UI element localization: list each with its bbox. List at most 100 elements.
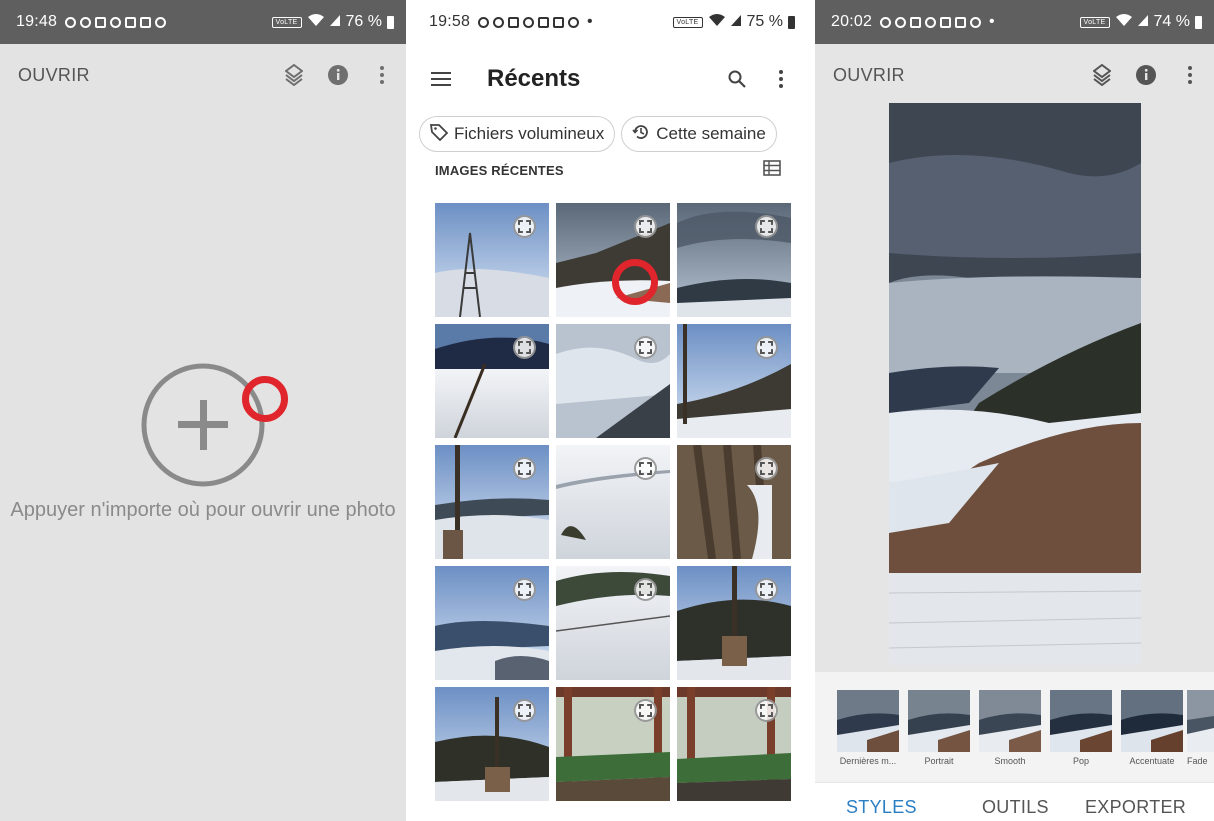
search-icon[interactable]	[725, 67, 749, 91]
bottom-tab-bar: STYLES OUTILS EXPORTER	[815, 783, 1214, 821]
thumbnail-pylon-sky[interactable]	[435, 203, 549, 317]
tap-indicator-ring	[612, 259, 658, 305]
expand-icon[interactable]	[755, 215, 778, 238]
thumbnail-snowy-fence[interactable]	[556, 566, 670, 680]
gmail-icon	[95, 16, 107, 28]
filter-item[interactable]: Fade	[1187, 690, 1214, 766]
thumbnail-post-hills[interactable]	[435, 687, 549, 801]
notification-icons	[65, 16, 167, 28]
filter-thumbnail	[979, 690, 1041, 752]
expand-icon[interactable]	[634, 457, 657, 480]
thumbnail-blue-hills[interactable]	[435, 566, 549, 680]
status-time: 20:02	[831, 13, 873, 30]
instagram-icon	[970, 16, 982, 28]
tag-icon	[429, 123, 449, 146]
filter-item[interactable]: Dernières m...	[837, 690, 899, 766]
chat-icon	[140, 16, 152, 28]
filter-label: Smooth	[994, 756, 1026, 766]
expand-icon[interactable]	[755, 336, 778, 359]
thumbnail-pole-hillside[interactable]	[677, 324, 791, 438]
more-vert-icon[interactable]	[370, 63, 394, 87]
chip-label: Fichiers volumineux	[454, 124, 605, 143]
expand-icon[interactable]	[634, 578, 657, 601]
list-view-icon[interactable]	[763, 160, 781, 181]
filter-item[interactable]: Pop	[1050, 690, 1112, 766]
thumbnail-pole-mountains[interactable]	[435, 445, 549, 559]
filter-thumbnail	[1121, 690, 1183, 752]
tab-tools[interactable]: OUTILS	[982, 797, 1049, 818]
tab-export[interactable]: EXPORTER	[1085, 797, 1186, 818]
expand-icon[interactable]	[513, 699, 536, 722]
add-photo-icon[interactable]	[138, 360, 288, 490]
filter-chips: Fichiers volumineux Cette semaine	[419, 116, 777, 152]
more-vert-icon[interactable]	[769, 67, 793, 91]
facebook-icon	[523, 16, 535, 28]
youtube-icon	[538, 16, 550, 28]
more-vert-icon[interactable]	[1178, 63, 1202, 87]
more-notifications-dot: •	[989, 13, 995, 30]
snapseed-empty-screen[interactable]: 19:48 VoLTE 76 % OUVRIR Appuyer n'import…	[0, 0, 406, 821]
volte-icon: VoLTE	[1079, 16, 1110, 28]
filter-thumbnail	[837, 690, 899, 752]
filter-item[interactable]: Smooth	[979, 690, 1041, 766]
filter-label: Pop	[1072, 756, 1089, 766]
battery-indicator: 75 %	[747, 13, 795, 31]
expand-icon[interactable]	[634, 699, 657, 722]
open-button[interactable]: OUVRIR	[18, 65, 90, 86]
battery-percent: 74 %	[1153, 13, 1190, 30]
status-time: 19:58	[429, 13, 471, 30]
notification-icons: •	[880, 13, 995, 31]
info-icon[interactable]	[326, 63, 350, 87]
youtube-icon	[125, 16, 137, 28]
layers-icon[interactable]	[1090, 63, 1114, 87]
thumbnail-blue-ridge-snow[interactable]	[435, 324, 549, 438]
open-button[interactable]: OUVRIR	[833, 65, 905, 86]
battery-icon	[788, 15, 795, 29]
thumbnail-tree-bark[interactable]	[677, 445, 791, 559]
thumbnail-cloudy-valley[interactable]	[677, 203, 791, 317]
battery-icon	[387, 15, 394, 29]
expand-icon[interactable]	[513, 578, 536, 601]
hamburger-menu-icon[interactable]	[431, 67, 455, 91]
empty-state[interactable]: Appuyer n'importe où pour ouvrir une pho…	[0, 360, 406, 523]
thumbnail-veranda-lawn[interactable]	[677, 687, 791, 801]
section-label: IMAGES RÉCENTES	[435, 163, 564, 178]
whatsapp-icon	[880, 16, 892, 28]
chip-large-files[interactable]: Fichiers volumineux	[419, 116, 616, 152]
expand-icon[interactable]	[755, 578, 778, 601]
expand-icon[interactable]	[634, 336, 657, 359]
layers-icon[interactable]	[282, 63, 306, 87]
app-bar: OUVRIR	[0, 52, 406, 98]
tab-styles[interactable]: STYLES	[846, 797, 917, 818]
filter-thumbnail	[1050, 690, 1112, 752]
expand-icon[interactable]	[513, 457, 536, 480]
expand-icon[interactable]	[634, 215, 657, 238]
thumbnail-veranda-trees[interactable]	[556, 687, 670, 801]
battery-indicator: 74 %	[1154, 13, 1202, 31]
expand-icon[interactable]	[755, 699, 778, 722]
battery-percent: 75 %	[746, 13, 783, 30]
thumbnail-grey-sky[interactable]	[556, 324, 670, 438]
tap-indicator-ring	[242, 376, 288, 422]
info-icon[interactable]	[1134, 63, 1158, 87]
gmail-icon	[910, 16, 922, 28]
thumbnail-snowy-hill-selected[interactable]	[556, 203, 670, 317]
instagram-icon	[155, 16, 167, 28]
status-bar: 20:02 • VoLTE 74 %	[815, 0, 1214, 44]
filter-label: Portrait	[924, 756, 954, 766]
battery-percent: 76 %	[345, 13, 382, 30]
status-bar: 19:48 VoLTE 76 %	[0, 0, 406, 44]
expand-icon[interactable]	[513, 215, 536, 238]
file-picker-screen: 19:58 • VoLTE 75 % Récents Fichiers volu…	[413, 0, 807, 821]
whatsapp-icon	[478, 16, 490, 28]
expand-icon[interactable]	[755, 457, 778, 480]
filter-item[interactable]: Portrait	[908, 690, 970, 766]
filter-item[interactable]: Accentuate	[1121, 690, 1183, 766]
editor-photo-canvas[interactable]	[889, 103, 1141, 665]
snapseed-editor-screen: 20:02 • VoLTE 74 % OUVRIR Dernières m...…	[815, 0, 1214, 821]
thumbnail-snow-field[interactable]	[556, 445, 670, 559]
chip-this-week[interactable]: Cette semaine	[621, 116, 777, 152]
thumbnail-fence-post[interactable]	[677, 566, 791, 680]
expand-icon[interactable]	[513, 336, 536, 359]
wifi-signal-icon	[1115, 13, 1150, 32]
